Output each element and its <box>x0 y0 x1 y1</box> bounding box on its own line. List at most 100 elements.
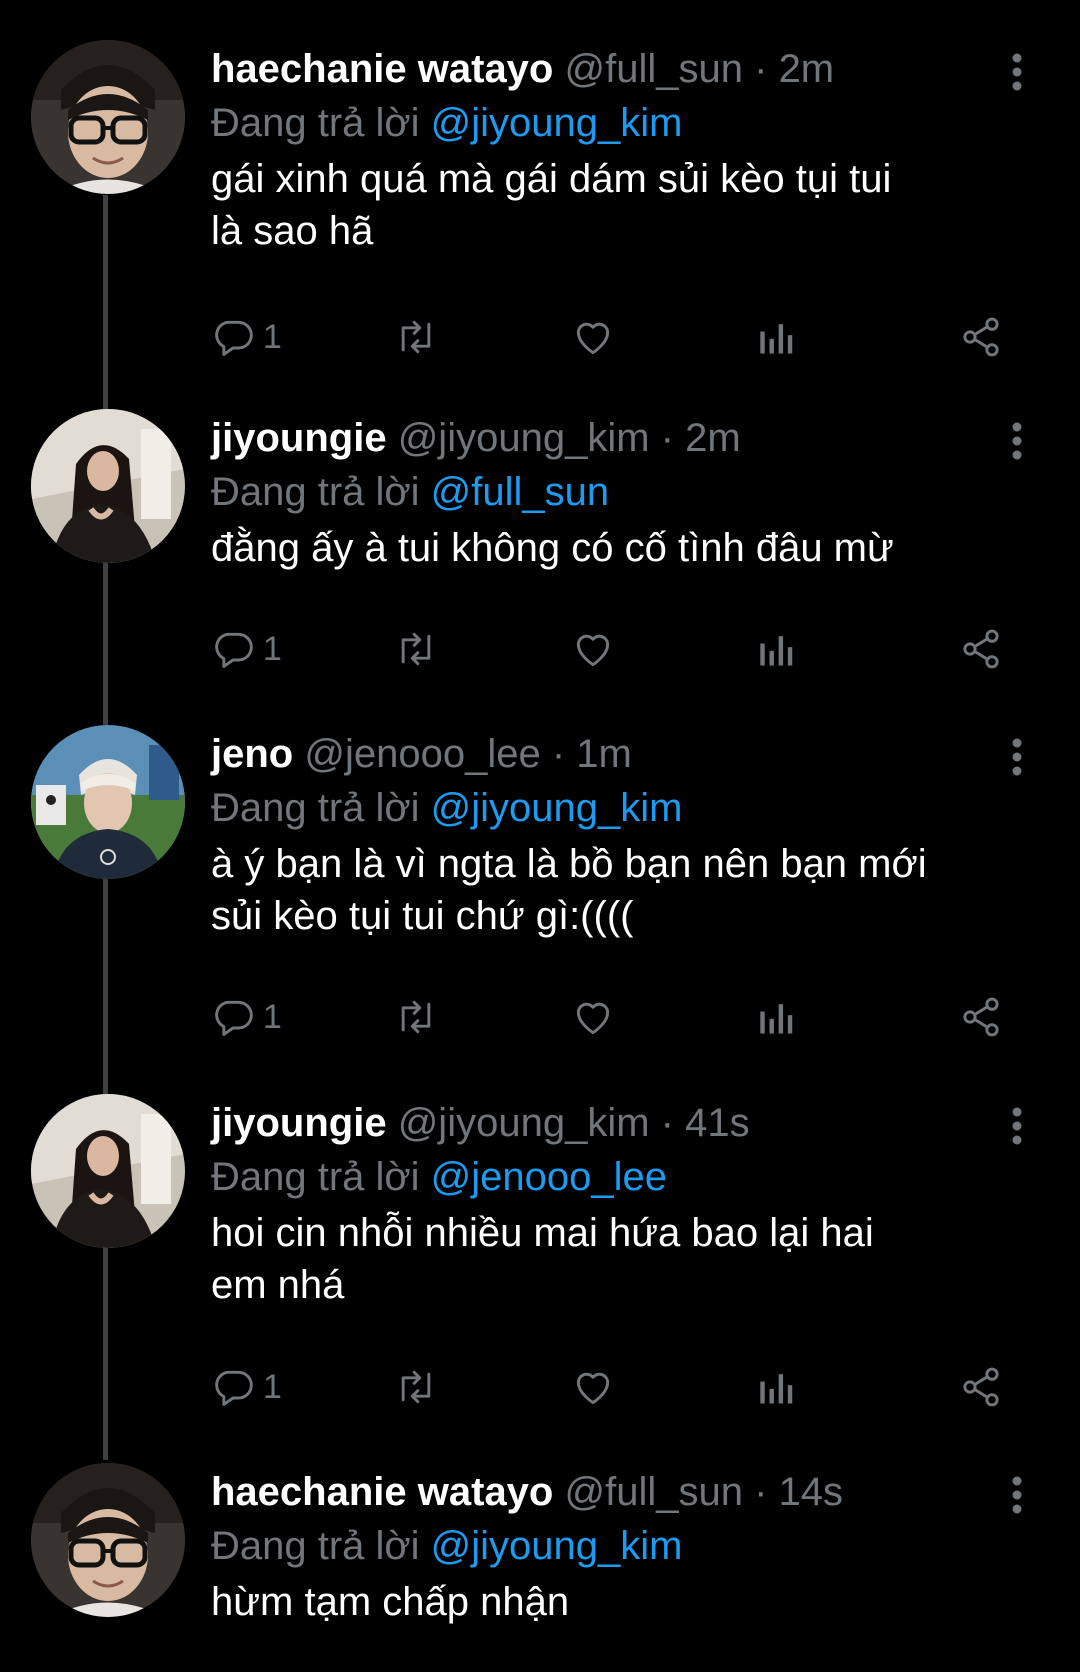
share-icon <box>963 997 999 1037</box>
share-button[interactable] <box>959 312 1003 362</box>
more-options-button[interactable] <box>1003 421 1031 461</box>
avatar[interactable] <box>31 40 185 194</box>
views-button[interactable] <box>755 624 795 674</box>
reply-count: 1 <box>263 997 282 1036</box>
heart-icon <box>576 1002 610 1035</box>
like-button[interactable] <box>570 312 616 362</box>
share-button[interactable] <box>959 992 1003 1042</box>
like-button[interactable] <box>570 624 616 674</box>
timestamp[interactable]: 2m <box>685 416 741 460</box>
share-icon <box>963 1367 999 1407</box>
reply-count: 1 <box>263 1367 282 1406</box>
heart-icon <box>576 322 610 355</box>
display-name[interactable]: jiyoungie <box>211 1101 387 1145</box>
user-handle[interactable]: @jiyoung_kim <box>398 1101 650 1145</box>
more-vertical-icon <box>1012 422 1022 460</box>
reply-button[interactable]: 1 <box>211 624 282 674</box>
avatar-haechan <box>31 40 185 194</box>
views-button[interactable] <box>755 1362 795 1412</box>
replying-label: Đang trả lời <box>211 101 420 145</box>
retweet-button[interactable] <box>391 624 441 674</box>
retweet-button[interactable] <box>391 1362 441 1412</box>
replying-to: Đang trả lời @full_sun <box>211 467 609 517</box>
separator-dot: · <box>660 1101 674 1145</box>
tweet-text: hoi cin nhỗi nhiều mai hứa bao lại hai e… <box>211 1211 874 1307</box>
analytics-icon <box>760 324 793 354</box>
reply-button[interactable]: 1 <box>211 1362 282 1412</box>
mention-link[interactable]: @jiyoung_kim <box>431 786 683 830</box>
retweet-button[interactable] <box>391 312 441 362</box>
tweet-text: hừm tạm chấp nhận <box>211 1580 570 1624</box>
tweet-text: đằng ấy à tui không có cố tình đâu mừ <box>211 526 894 570</box>
reply-button[interactable]: 1 <box>211 992 282 1042</box>
more-vertical-icon <box>1012 738 1022 776</box>
timestamp[interactable]: 14s <box>779 1470 844 1514</box>
display-name[interactable]: jeno <box>211 732 293 776</box>
reply-icon <box>215 1370 253 1406</box>
heart-icon <box>576 1372 610 1405</box>
retweet-icon <box>401 320 431 354</box>
display-name[interactable]: haechanie watayo <box>211 1470 553 1514</box>
analytics-icon <box>760 1004 793 1034</box>
tweet-header: jeno @jenooo_lee · 1m <box>211 729 632 779</box>
replying-to: Đang trả lời @jiyoung_kim <box>211 98 683 148</box>
user-handle[interactable]: @jenooo_lee <box>304 732 540 776</box>
tweet-text: à ý bạn là vì ngta là bồ bạn nên bạn mới… <box>211 842 927 938</box>
timestamp[interactable]: 2m <box>779 47 835 91</box>
replying-label: Đang trả lời <box>211 470 420 514</box>
avatar[interactable] <box>31 1094 185 1248</box>
retweet-button[interactable] <box>391 992 441 1042</box>
reply-button[interactable]: 1 <box>211 312 282 362</box>
display-name[interactable]: haechanie watayo <box>211 47 553 91</box>
mention-link[interactable]: @full_sun <box>431 470 609 514</box>
share-button[interactable] <box>959 624 1003 674</box>
tweet-actions: 1 <box>211 1362 1041 1412</box>
replying-to: Đang trả lời @jiyoung_kim <box>211 1521 683 1571</box>
reply-count: 1 <box>263 629 282 668</box>
like-button[interactable] <box>570 992 616 1042</box>
timestamp[interactable]: 1m <box>576 732 632 776</box>
retweet-icon <box>401 1370 431 1404</box>
tweet-header: jiyoungie @jiyoung_kim · 41s <box>211 1098 750 1148</box>
user-handle[interactable]: @full_sun <box>565 1470 743 1514</box>
avatar-jiyoung <box>31 1094 185 1248</box>
replying-label: Đang trả lời <box>211 1524 420 1568</box>
avatar-jiyoung <box>31 409 185 563</box>
retweet-icon <box>401 1000 431 1034</box>
share-button[interactable] <box>959 1362 1003 1412</box>
retweet-icon <box>401 632 431 666</box>
views-button[interactable] <box>755 312 795 362</box>
timestamp[interactable]: 41s <box>685 1101 750 1145</box>
more-options-button[interactable] <box>1003 737 1031 777</box>
mention-link[interactable]: @jenooo_lee <box>431 1155 667 1199</box>
more-options-button[interactable] <box>1003 1106 1031 1146</box>
heart-icon <box>576 634 610 667</box>
reply-count: 1 <box>263 317 282 356</box>
mention-link[interactable]: @jiyoung_kim <box>431 1524 683 1568</box>
tweet-header: haechanie watayo @full_sun · 2m <box>211 44 834 94</box>
reply-icon <box>215 320 253 356</box>
avatar[interactable] <box>31 1463 185 1617</box>
separator-dot: · <box>754 47 768 91</box>
display-name[interactable]: jiyoungie <box>211 416 387 460</box>
more-vertical-icon <box>1012 1476 1022 1514</box>
reply-icon <box>215 1000 253 1036</box>
views-button[interactable] <box>755 992 795 1042</box>
more-options-button[interactable] <box>1003 1475 1031 1515</box>
share-icon <box>963 629 999 669</box>
share-icon <box>963 317 999 357</box>
replying-to: Đang trả lời @jenooo_lee <box>211 1152 667 1202</box>
separator-dot: · <box>551 732 566 776</box>
tweet-actions: 1 <box>211 992 1041 1042</box>
user-handle[interactable]: @jiyoung_kim <box>398 416 650 460</box>
tweet-header: haechanie watayo @full_sun · 14s <box>211 1467 843 1517</box>
user-handle[interactable]: @full_sun <box>565 47 743 91</box>
mention-link[interactable]: @jiyoung_kim <box>431 101 683 145</box>
avatar-jeno <box>31 725 185 879</box>
avatar[interactable] <box>31 409 185 563</box>
separator-dot: · <box>660 416 674 460</box>
avatar[interactable] <box>31 725 185 879</box>
replying-to: Đang trả lời @jiyoung_kim <box>211 783 683 833</box>
more-options-button[interactable] <box>1003 52 1031 92</box>
like-button[interactable] <box>570 1362 616 1412</box>
